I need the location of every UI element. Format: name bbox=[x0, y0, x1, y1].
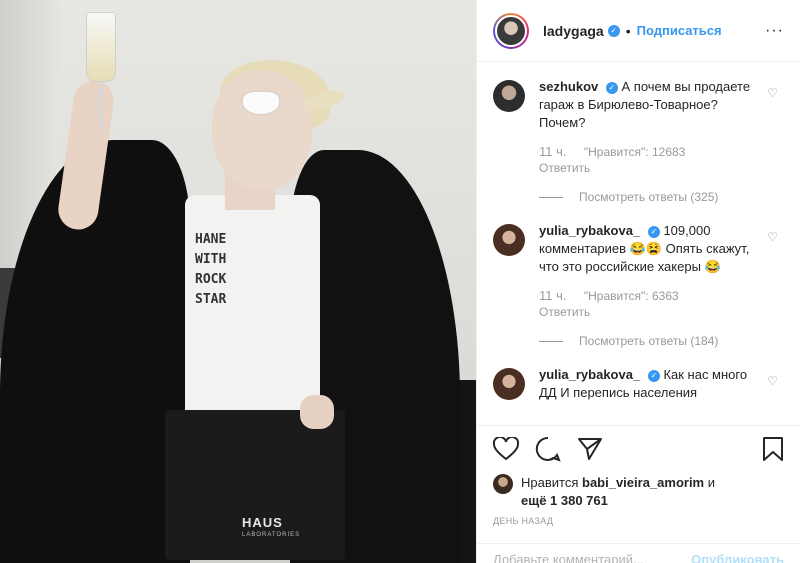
more-options-icon[interactable]: ··· bbox=[765, 22, 784, 40]
comment-like-heart-icon[interactable]: ♡ bbox=[767, 374, 778, 388]
comment-item: yulia_rybakova_ ✓ 109,000 комментариев 😂… bbox=[493, 222, 784, 320]
post-date[interactable]: день назад bbox=[493, 516, 784, 526]
comment-body: yulia_rybakova_ ✓ Как нас много ДД И пер… bbox=[539, 366, 784, 402]
add-comment-bar: Добавьте комментарий... Опубликовать bbox=[477, 543, 800, 563]
comment-avatar[interactable] bbox=[493, 368, 525, 400]
comment-input[interactable]: Добавьте комментарий... bbox=[493, 552, 644, 563]
photo-hand bbox=[300, 395, 334, 429]
shirt-print-line: STAR bbox=[195, 292, 227, 307]
share-icon[interactable] bbox=[577, 437, 603, 466]
verified-badge-icon: ✓ bbox=[607, 24, 620, 37]
liker-avatar[interactable] bbox=[493, 474, 513, 494]
comment-body: yulia_rybakova_ ✓ 109,000 комментариев 😂… bbox=[539, 222, 784, 320]
author-username[interactable]: ladygaga bbox=[543, 23, 604, 39]
post-actions-section: Нравится babi_vieira_amorim и ещё 1 380 … bbox=[477, 425, 800, 563]
replies-line-divider bbox=[539, 196, 563, 198]
shirt-print-line: ROCK bbox=[195, 272, 227, 287]
photo-eye-patch bbox=[243, 92, 279, 114]
verified-badge-icon: ✓ bbox=[605, 81, 618, 94]
view-replies-button[interactable]: Посмотреть ответы (325) bbox=[539, 190, 784, 204]
verified-badge-icon: ✓ bbox=[647, 369, 660, 382]
comment-avatar[interactable] bbox=[493, 224, 525, 256]
view-replies-label: Посмотреть ответы (325) bbox=[579, 190, 719, 204]
post-header: ladygaga ✓ • Подписаться ··· bbox=[477, 0, 800, 62]
photo-brand-subtext: LABORATORIES bbox=[242, 532, 301, 538]
view-replies-label: Посмотреть ответы (184) bbox=[579, 334, 719, 348]
reply-button[interactable]: Ответить bbox=[539, 305, 590, 319]
comment-username[interactable]: sezhukov bbox=[539, 79, 598, 94]
author-avatar[interactable] bbox=[493, 12, 529, 49]
post-side-panel: ladygaga ✓ • Подписаться ··· sezhukov ✓ … bbox=[476, 0, 800, 563]
instagram-post-modal: HANE WITH ROCK STAR HAUS LABORATORIES la… bbox=[0, 0, 800, 563]
comment-meta: 11 ч. "Нравится": 6363 Ответить bbox=[539, 288, 762, 320]
likes-conjunction: и bbox=[707, 475, 716, 490]
shirt-print-line: HANE bbox=[195, 232, 227, 247]
likes-count[interactable]: ещё 1 380 761 bbox=[521, 493, 608, 508]
reply-button[interactable]: Ответить bbox=[539, 161, 590, 175]
comment-body: sezhukov ✓ А почем вы продаете гараж в Б… bbox=[539, 78, 784, 176]
comment-item: yulia_rybakova_ ✓ Как нас много ДД И пер… bbox=[493, 366, 784, 402]
comment-icon[interactable] bbox=[535, 436, 561, 467]
photo-face bbox=[212, 70, 312, 190]
photo-glass-stem bbox=[99, 82, 103, 132]
comment-time[interactable]: 11 ч. bbox=[539, 144, 567, 159]
follow-button[interactable]: Подписаться bbox=[637, 23, 722, 38]
likes-prefix: Нравится bbox=[521, 475, 579, 490]
action-icons-row bbox=[492, 434, 784, 468]
bookmark-icon[interactable] bbox=[762, 436, 784, 467]
photo-brand-text: HAUS bbox=[242, 515, 283, 530]
view-replies-button[interactable]: Посмотреть ответы (184) bbox=[539, 334, 784, 348]
comment-meta: 11 ч. "Нравится": 12683 Ответить bbox=[539, 144, 762, 176]
heart-icon[interactable] bbox=[492, 435, 520, 466]
photo-champagne-glass bbox=[86, 12, 116, 82]
likes-summary: Нравится babi_vieira_amorim и ещё 1 380 … bbox=[493, 474, 784, 510]
comment-username[interactable]: yulia_rybakova_ bbox=[539, 223, 640, 238]
photo-shirt-print: HANE WITH ROCK STAR bbox=[195, 230, 315, 310]
comment-like-heart-icon[interactable]: ♡ bbox=[767, 230, 778, 244]
comment-like-heart-icon[interactable]: ♡ bbox=[767, 86, 778, 100]
likes-text: Нравится babi_vieira_amorim и ещё 1 380 … bbox=[521, 474, 715, 510]
liker-username[interactable]: babi_vieira_amorim bbox=[582, 475, 704, 490]
author-avatar-image bbox=[495, 14, 527, 47]
comment-like-count[interactable]: "Нравится": 6363 bbox=[584, 289, 679, 303]
replies-line-divider bbox=[539, 340, 563, 342]
publish-button[interactable]: Опубликовать bbox=[691, 552, 784, 563]
comment-like-count[interactable]: "Нравится": 12683 bbox=[584, 145, 686, 159]
comment-item: sezhukov ✓ А почем вы продаете гараж в Б… bbox=[493, 78, 784, 176]
comments-list[interactable]: sezhukov ✓ А почем вы продаете гараж в Б… bbox=[477, 62, 800, 420]
comment-time[interactable]: 11 ч. bbox=[539, 288, 567, 303]
verified-badge-icon: ✓ bbox=[647, 225, 660, 238]
header-separator: • bbox=[625, 22, 631, 39]
comment-avatar[interactable] bbox=[493, 80, 525, 112]
shirt-print-line: WITH bbox=[195, 252, 227, 267]
comment-username[interactable]: yulia_rybakova_ bbox=[539, 367, 640, 382]
post-photo[interactable]: HANE WITH ROCK STAR HAUS LABORATORIES bbox=[0, 0, 476, 563]
